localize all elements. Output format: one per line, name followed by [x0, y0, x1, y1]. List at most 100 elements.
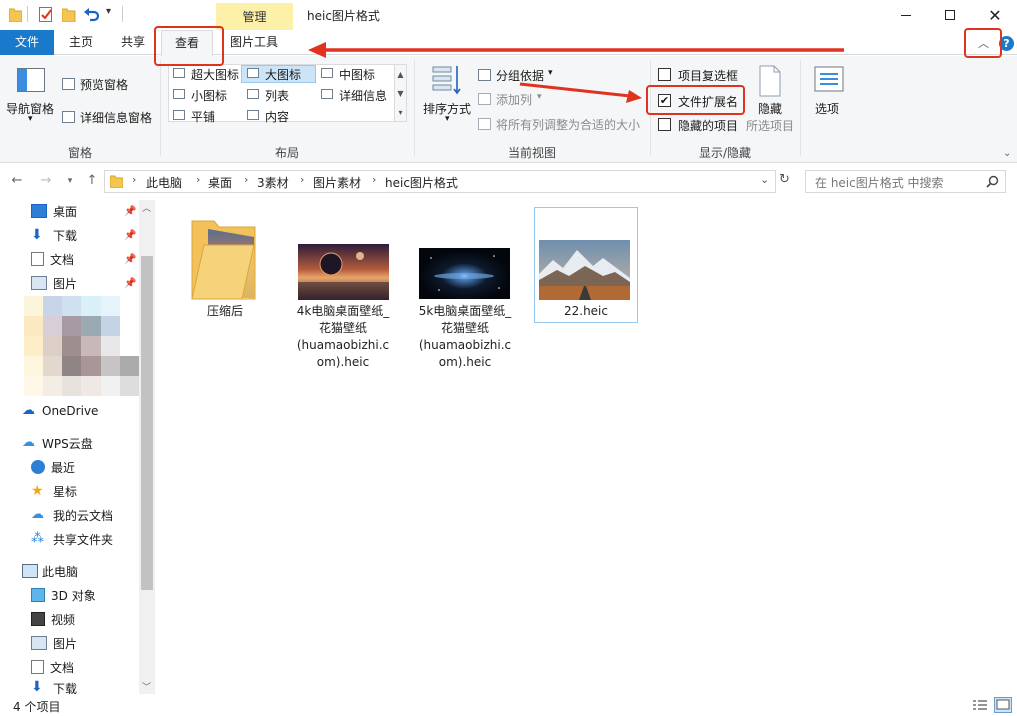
details-pane-button[interactable]: 详细信息窗格 [80, 109, 152, 126]
cloud-icon: ☁ [22, 435, 35, 450]
nav-item-starred[interactable]: ★ 星标 [31, 480, 77, 502]
annotation-view-tab [154, 26, 224, 66]
nav-item-desktop[interactable]: 桌面 [31, 200, 77, 222]
maximize-button[interactable] [927, 0, 973, 30]
image-thumbnail [539, 240, 630, 300]
nav-item-label: 我的云文档 [53, 508, 114, 523]
nav-item-shared-folder[interactable]: ⁂ 共享文件夹 [31, 528, 113, 550]
nav-item-pc-pictures[interactable]: 图片 [31, 632, 77, 654]
customize-quick-access-icon[interactable]: ▾ [106, 6, 111, 17]
tab-file[interactable]: 文件 [0, 30, 54, 55]
sort-by-dropdown-icon[interactable]: ▾ [445, 114, 450, 124]
breadcrumb-separator-icon[interactable]: › [196, 173, 200, 186]
up-icon[interactable]: ↑ [84, 172, 100, 190]
breadcrumb-separator-icon[interactable]: › [132, 173, 136, 186]
file-name-line: 花猫壁纸 [440, 321, 489, 335]
breadcrumb-this-pc[interactable]: 此电脑 [146, 174, 182, 191]
pin-icon: 📌 [124, 254, 137, 265]
search-input[interactable]: 在 heic图片格式 中搜索 [815, 174, 944, 191]
nav-item-pc-documents[interactable]: 文档 [31, 656, 74, 678]
nav-pane-dropdown-icon[interactable]: ▾ [28, 114, 33, 124]
folder-icon [110, 175, 123, 188]
status-bar: 4 个项目 [0, 695, 1017, 716]
scroll-up-icon[interactable]: ︿ [142, 201, 151, 214]
forward-icon[interactable]: → [38, 172, 54, 190]
tab-share[interactable]: 共享 [108, 30, 158, 55]
fit-columns-button[interactable]: 将所有列调整为合适的大小 [496, 116, 640, 133]
hidden-items-checkbox[interactable] [658, 118, 671, 131]
picture-icon [31, 276, 47, 290]
nav-item-this-pc[interactable]: 此电脑 [22, 560, 78, 582]
layout-list[interactable]: 列表 [265, 87, 289, 104]
layout-small-icons[interactable]: 小图标 [191, 87, 227, 104]
breadcrumb-desktop[interactable]: 桌面 [208, 174, 232, 191]
large-icons-view-icon[interactable] [994, 697, 1012, 713]
nav-item-recent[interactable]: 最近 [31, 456, 75, 478]
nav-item-downloads[interactable]: ⬇ 下载 [31, 224, 77, 246]
refresh-icon[interactable]: ↻ [779, 172, 790, 187]
file-name-line: om).heic [438, 355, 492, 369]
download-icon: ⬇ [31, 227, 43, 243]
nav-item-wps-cloud[interactable]: ☁ WPS云盘 [22, 432, 93, 454]
title-bar: ▾ 管理 heic图片格式 ✕ [0, 0, 1017, 30]
nav-item-pc-downloads[interactable]: ⬇ 下载 [31, 680, 77, 695]
recent-locations-icon[interactable]: ▾ [62, 172, 78, 190]
pin-icon: 📌 [124, 278, 137, 289]
breadcrumb-separator-icon[interactable]: › [244, 173, 248, 186]
breadcrumb-materials[interactable]: 3素材 [257, 174, 289, 191]
nav-pane-icon[interactable] [17, 68, 45, 92]
computer-icon [22, 564, 38, 578]
nav-item-my-cloud-docs[interactable]: ☁ 我的云文档 [31, 504, 113, 526]
annotation-arrows [308, 42, 844, 103]
file-name-line: 5k电脑桌面壁纸_ [418, 304, 512, 318]
fit-columns-icon [478, 118, 491, 130]
nav-item-label: 文档 [50, 252, 75, 267]
nav-item-label: 桌面 [53, 204, 78, 219]
file-name-line: om).heic [316, 355, 370, 369]
minimize-button[interactable] [883, 0, 929, 30]
address-dropdown-icon[interactable]: ⌄ [760, 173, 769, 186]
details-pane-icon [62, 111, 75, 123]
expand-ribbon-icon[interactable]: ⌄ [1003, 148, 1011, 159]
tab-picture-tools[interactable]: 图片工具 [218, 30, 290, 55]
scroll-down-icon[interactable]: ﹀ [142, 680, 151, 693]
blurred-region [24, 296, 139, 396]
layout-tiles[interactable]: 平铺 [191, 108, 215, 125]
preview-pane-button[interactable]: 预览窗格 [80, 76, 128, 93]
file-name-line: 4k电脑桌面壁纸_ [296, 304, 390, 318]
layout-extra-large-icons[interactable]: 超大图标 [191, 66, 239, 83]
nav-item-label: 星标 [53, 484, 78, 499]
tab-home[interactable]: 主页 [56, 30, 106, 55]
item-count: 4 个项目 [13, 700, 61, 714]
nav-item-onedrive[interactable]: ☁ OneDrive [22, 400, 98, 422]
nav-item-pictures[interactable]: 图片 [31, 272, 77, 294]
file-name: 压缩后 [175, 303, 275, 320]
hide-selected-sub-label: 所选项目 [746, 119, 795, 133]
close-button[interactable]: ✕ [972, 0, 1017, 30]
context-tab-group-label: 管理 [242, 10, 267, 24]
details-view-icon[interactable] [972, 699, 988, 712]
annotation-collapse-ribbon [964, 28, 1002, 58]
folder-icon [9, 8, 22, 22]
undo-icon[interactable] [84, 7, 99, 22]
download-icon: ⬇ [31, 680, 43, 695]
file-name-line: 压缩后 [206, 304, 243, 318]
document-icon [31, 660, 44, 674]
breadcrumb-image-materials[interactable]: 图片素材 [313, 174, 361, 191]
nav-item-videos[interactable]: 视频 [31, 608, 75, 630]
hidden-items-label[interactable]: 隐藏的项目 [678, 117, 738, 134]
extra-large-icons-icon [173, 68, 185, 78]
properties-icon[interactable] [39, 7, 53, 22]
nav-item-documents[interactable]: 文档 [31, 248, 74, 270]
back-icon[interactable]: ← [9, 172, 25, 190]
new-folder-icon[interactable] [62, 7, 76, 22]
pin-icon: 📌 [124, 206, 137, 217]
nav-item-3d-objects[interactable]: 3D 对象 [31, 584, 96, 606]
breadcrumb-separator-icon[interactable]: › [300, 173, 304, 186]
breadcrumb-heic-folder[interactable]: heic图片格式 [385, 174, 458, 191]
layout-content[interactable]: 内容 [265, 108, 289, 125]
nav-pane-scroll-thumb[interactable] [141, 256, 153, 590]
layout-large-icons[interactable]: 大图标 [265, 66, 301, 83]
clock-icon [31, 460, 45, 474]
breadcrumb-separator-icon[interactable]: › [372, 173, 376, 186]
